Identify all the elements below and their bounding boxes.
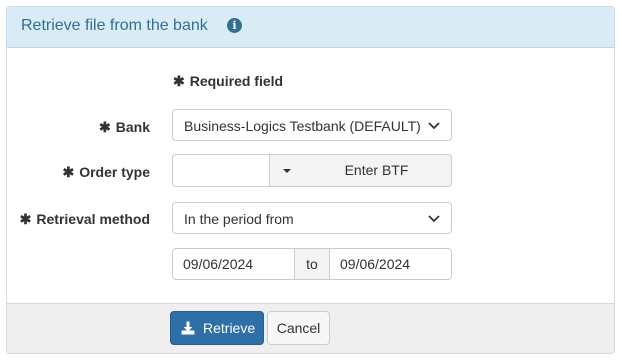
retrieval-method-select[interactable]: In the period from: [172, 202, 452, 234]
retrieve-button[interactable]: Retrieve: [170, 311, 264, 345]
date-to-label: to: [294, 248, 330, 280]
enter-btf-button[interactable]: Enter BTF: [302, 154, 452, 187]
bank-label: ✱ Bank: [99, 119, 150, 136]
chevron-down-icon: [428, 122, 440, 130]
retrieve-panel: Retrieve file from the bank i ✱ Required …: [6, 6, 615, 354]
caret-down-icon: [283, 169, 291, 173]
order-type-combo: Enter BTF: [172, 154, 452, 187]
required-asterisk: ✱: [19, 211, 32, 227]
order-type-dropdown-button[interactable]: [269, 154, 303, 187]
retrieval-method-label: ✱ Retrieval method: [20, 211, 150, 228]
info-icon[interactable]: i: [227, 18, 242, 33]
order-type-label-text: Order type: [79, 164, 150, 180]
cancel-button[interactable]: Cancel: [267, 311, 330, 345]
required-asterisk: ✱: [99, 119, 111, 135]
bank-select[interactable]: Business-Logics Testbank (DEFAULT): [172, 109, 452, 141]
panel-footer: Retrieve Cancel: [7, 303, 614, 353]
date-from-input[interactable]: 09/06/2024: [172, 248, 295, 280]
download-icon: [181, 321, 195, 335]
order-type-input[interactable]: [172, 154, 270, 187]
date-range: 09/06/2024 to 09/06/2024: [172, 248, 452, 280]
retrieve-button-label: Retrieve: [203, 320, 256, 336]
chevron-down-icon: [428, 215, 440, 223]
order-type-label: ✱ Order type: [62, 164, 150, 181]
bank-label-text: Bank: [115, 119, 150, 135]
panel-header: Retrieve file from the bank i: [7, 7, 614, 48]
required-asterisk: ✱: [62, 164, 75, 180]
required-note: ✱ Required field: [173, 73, 283, 90]
required-asterisk: ✱: [173, 73, 185, 89]
retrieval-method-label-text: Retrieval method: [36, 211, 150, 227]
retrieval-method-value: In the period from: [184, 211, 294, 227]
panel-title: Retrieve file from the bank: [21, 17, 208, 34]
required-note-text: Required field: [189, 73, 284, 89]
bank-select-value: Business-Logics Testbank (DEFAULT): [184, 118, 421, 134]
date-to-input[interactable]: 09/06/2024: [329, 248, 452, 280]
